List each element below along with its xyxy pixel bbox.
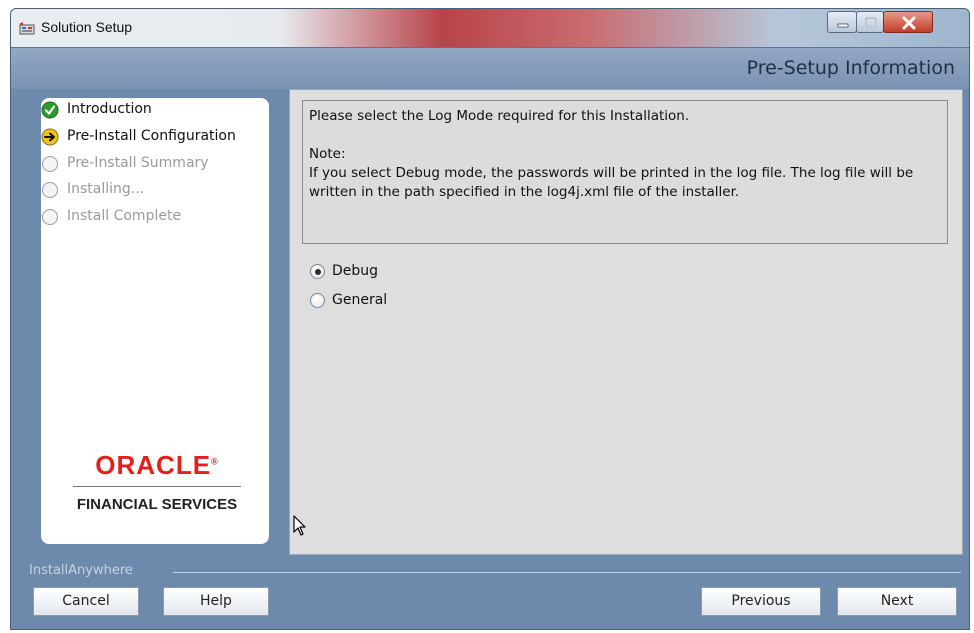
minimize-button[interactable] [827, 11, 857, 33]
radio-selected-icon[interactable] [310, 264, 325, 279]
installer-window: Solution Setup Pre-Setup Information Int… [10, 8, 970, 630]
empty-circle-icon [42, 156, 58, 172]
step-label: Installing... [67, 181, 145, 197]
step-install-complete: Install Complete [41, 206, 269, 228]
step-introduction: Introduction [41, 99, 269, 121]
cancel-button[interactable]: Cancel [33, 587, 139, 616]
info-box: Please select the Log Mode required for … [302, 100, 948, 244]
step-label: Install Complete [67, 208, 182, 224]
debug-radio[interactable]: Debug [310, 262, 510, 282]
content-panel: Please select the Log Mode required for … [289, 89, 963, 555]
previous-button[interactable]: Previous [701, 587, 821, 616]
next-button[interactable]: Next [837, 587, 957, 616]
note-label: Note: [309, 146, 346, 162]
logo-divider [73, 486, 241, 487]
step-label: Pre-Install Configuration [67, 128, 236, 144]
page-header: Pre-Setup Information [11, 47, 969, 89]
logo-subtitle: FINANCIAL SERVICES [76, 496, 238, 513]
step-label: Pre-Install Summary [67, 155, 209, 171]
step-label: Introduction [67, 101, 152, 117]
radio-label[interactable]: General [332, 292, 387, 308]
empty-circle-icon [42, 182, 58, 198]
step-installing: Installing... [41, 179, 269, 201]
general-radio[interactable]: General [310, 291, 510, 311]
radio-unselected-icon[interactable] [310, 293, 325, 308]
window-title: Solution Setup [41, 19, 133, 35]
close-button[interactable] [883, 11, 933, 33]
footer-divider [173, 572, 961, 573]
step-pre-install-summary: Pre-Install Summary [41, 153, 269, 175]
installer-app-icon [19, 22, 35, 35]
log-mode-question: Please select the Log Mode required for … [309, 108, 690, 124]
mouse-cursor-icon [293, 515, 306, 536]
minimize-icon [837, 23, 849, 28]
oracle-financial-services-logo: ORACLE® FINANCIAL SERVICES [59, 450, 255, 513]
checkmark-icon [41, 101, 59, 119]
maximize-icon [865, 17, 877, 28]
help-button[interactable]: Help [163, 587, 269, 616]
radio-label[interactable]: Debug [332, 263, 378, 279]
steps-panel: Introduction Pre-Install Configuration P… [41, 98, 269, 544]
oracle-wordmark: ORACLE® [95, 450, 219, 480]
empty-circle-icon [42, 209, 58, 225]
step-pre-install-configuration: Pre-Install Configuration [41, 126, 269, 148]
close-icon [902, 16, 916, 30]
page-title: Pre-Setup Information [746, 57, 955, 79]
maximize-button[interactable] [856, 11, 884, 33]
note-text: If you select Debug mode, the passwords … [309, 165, 914, 200]
arrow-right-icon [41, 128, 59, 146]
installanywhere-label: InstallAnywhere [29, 563, 133, 578]
title-bar[interactable]: Solution Setup [11, 9, 969, 47]
